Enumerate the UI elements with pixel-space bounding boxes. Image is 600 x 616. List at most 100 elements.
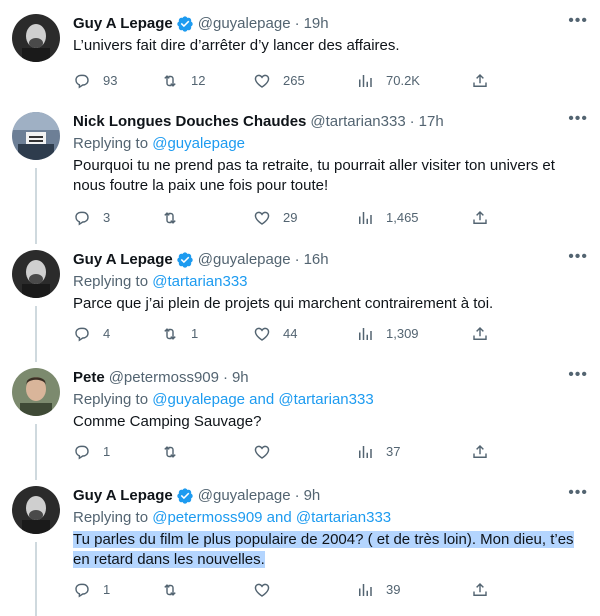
views-button[interactable]: 39 — [356, 580, 400, 600]
tweet-header: Nick Longues Douches Chaudes @tartarian3… — [73, 112, 588, 132]
selected-text-line-1: Tu parles du film le plus populaire de 2… — [73, 531, 574, 548]
reply-button[interactable]: 4 — [73, 324, 110, 344]
share-icon — [473, 582, 487, 596]
retweet-button[interactable] — [161, 580, 191, 600]
handle[interactable]: @guyalepage — [198, 14, 291, 34]
retweet-button[interactable]: 12 — [161, 71, 205, 91]
timestamp[interactable]: 9h — [304, 486, 321, 506]
replying-to: Replying to @tartarian333 — [73, 272, 588, 292]
reply-count: 1 — [103, 582, 111, 597]
avatar[interactable] — [12, 368, 60, 416]
reply-count: 93 — [103, 73, 118, 88]
heart-icon — [254, 211, 270, 225]
avatar[interactable] — [12, 14, 60, 62]
action-bar: 1 39 — [73, 580, 493, 600]
more-icon[interactable]: ••• — [564, 248, 588, 268]
timestamp[interactable]: 9h — [232, 368, 249, 388]
display-name[interactable]: Nick Longues Douches Chaudes — [73, 112, 306, 132]
heart-icon — [254, 445, 270, 459]
like-button[interactable] — [253, 580, 283, 600]
reply-count: 3 — [103, 210, 111, 225]
views-chart-icon — [359, 212, 372, 224]
views-button[interactable]: 70.2K — [356, 71, 420, 91]
display-name[interactable]: Guy A Lepage — [73, 14, 173, 34]
retweet-count: 1 — [191, 326, 199, 341]
avatar[interactable] — [12, 486, 60, 534]
handle[interactable]: @tartarian333 — [310, 112, 405, 132]
reply-button[interactable]: 1 — [73, 442, 110, 462]
mention-link[interactable]: @guyalepage — [152, 135, 245, 152]
replying-to-label: Replying to — [73, 509, 153, 526]
heart-icon — [254, 327, 270, 341]
views-chart-icon — [359, 328, 372, 340]
more-icon[interactable]: ••• — [564, 12, 588, 32]
timestamp[interactable]: 17h — [419, 112, 444, 132]
timestamp[interactable]: 19h — [304, 14, 329, 34]
verified-badge-icon — [176, 15, 194, 33]
retweet-button[interactable] — [161, 208, 191, 228]
like-button[interactable]: 265 — [253, 71, 305, 91]
verified-badge-icon — [176, 251, 194, 269]
selected-text-line-2: en retard dans les nouvelles. — [73, 551, 265, 568]
like-count: 265 — [283, 73, 305, 88]
tweet[interactable]: Pete @petermoss909 · 9h ••• Replying to … — [0, 366, 600, 468]
separator-dot: · — [409, 113, 415, 130]
retweet-icon — [164, 75, 176, 87]
tweet-text: L’univers fait dire d’arrêter d’y lancer… — [73, 37, 400, 54]
mention-link[interactable]: @petermoss909 and @tartarian333 — [152, 509, 391, 526]
tweet[interactable]: Guy A Lepage @guyalepage · 19h ••• L’uni… — [0, 12, 600, 110]
retweet-icon — [164, 328, 176, 340]
share-icon — [473, 210, 487, 224]
display-name[interactable]: Guy A Lepage — [73, 250, 173, 270]
display-name[interactable]: Guy A Lepage — [73, 486, 173, 506]
timestamp[interactable]: 16h — [304, 250, 329, 270]
reply-count: 1 — [103, 444, 111, 459]
share-button[interactable] — [471, 324, 489, 344]
reply-button[interactable]: 1 — [73, 580, 110, 600]
views-button[interactable]: 1,309 — [356, 324, 419, 344]
like-button[interactable]: 44 — [253, 324, 297, 344]
views-button[interactable]: 37 — [356, 442, 400, 462]
avatar[interactable] — [12, 112, 60, 160]
share-button[interactable] — [471, 208, 489, 228]
verified-badge-icon — [176, 487, 194, 505]
reply-button[interactable]: 93 — [73, 71, 117, 91]
separator-dot: · — [294, 251, 300, 268]
views-count: 39 — [386, 582, 401, 597]
replying-to-label: Replying to — [73, 273, 153, 290]
views-count: 1,309 — [386, 326, 419, 341]
share-icon — [473, 326, 487, 340]
tweet-header: Guy A Lepage @guyalepage · 16h — [73, 250, 588, 270]
replying-to-label: Replying to — [73, 135, 153, 152]
reply-button[interactable]: 3 — [73, 208, 110, 228]
retweet-button[interactable] — [161, 442, 191, 462]
views-button[interactable]: 1,465 — [356, 208, 419, 228]
like-count: 29 — [283, 210, 298, 225]
like-button[interactable] — [253, 442, 283, 462]
tweet[interactable]: Nick Longues Douches Chaudes @tartarian3… — [0, 110, 600, 232]
tweet-header: Guy A Lepage @guyalepage · 19h — [73, 14, 588, 34]
tweet-header: Pete @petermoss909 · 9h — [73, 368, 588, 388]
like-count: 44 — [283, 326, 298, 341]
share-button[interactable] — [471, 71, 489, 91]
mention-link[interactable]: @guyalepage and @tartarian333 — [152, 391, 373, 408]
mention-link[interactable]: @tartarian333 — [152, 273, 247, 290]
share-button[interactable] — [471, 442, 489, 462]
more-icon[interactable]: ••• — [564, 366, 588, 386]
handle[interactable]: @petermoss909 — [109, 368, 219, 388]
replying-to: Replying to @guyalepage and @tartarian33… — [73, 390, 588, 410]
more-icon[interactable]: ••• — [564, 110, 588, 130]
display-name[interactable]: Pete — [73, 368, 105, 388]
tweet[interactable]: Guy A Lepage @guyalepage · 9h ••• Replyi… — [0, 484, 600, 611]
tweet[interactable]: Guy A Lepage @guyalepage · 16h ••• Reply… — [0, 248, 600, 350]
handle[interactable]: @guyalepage — [198, 486, 291, 506]
like-button[interactable]: 29 — [253, 208, 297, 228]
avatar[interactable] — [12, 250, 60, 298]
more-icon[interactable]: ••• — [564, 484, 588, 504]
handle[interactable]: @guyalepage — [198, 250, 291, 270]
retweet-icon — [164, 212, 176, 224]
reply-icon — [75, 211, 89, 226]
share-button[interactable] — [471, 580, 489, 600]
retweet-button[interactable]: 1 — [161, 324, 198, 344]
views-count: 37 — [386, 444, 401, 459]
